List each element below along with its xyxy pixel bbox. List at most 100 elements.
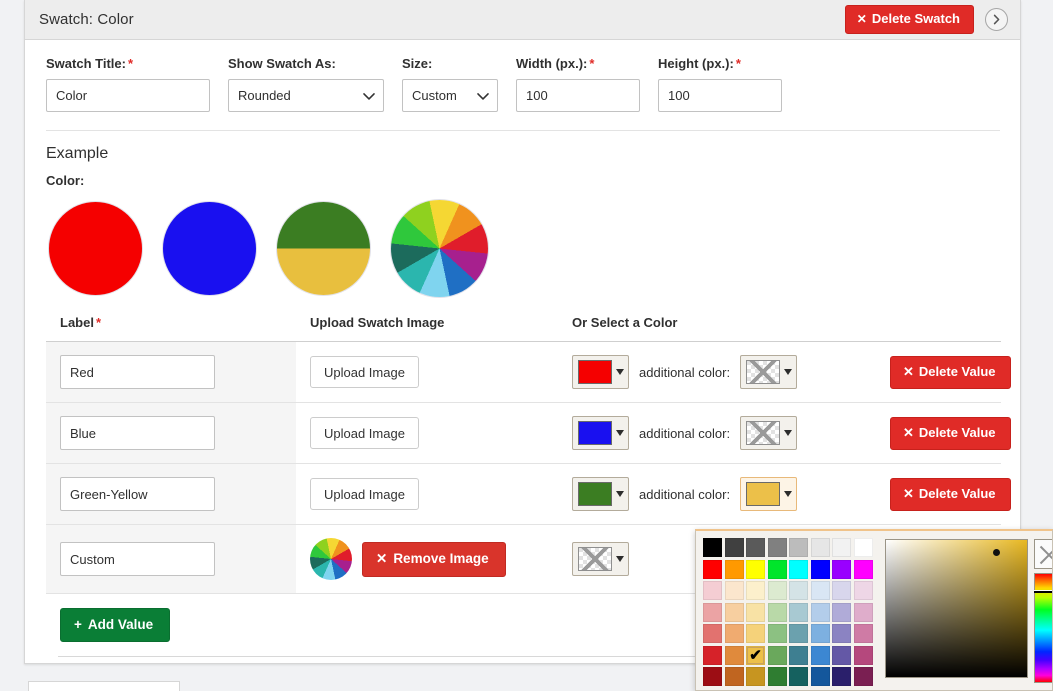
size-select[interactable]: Custom — [402, 79, 498, 112]
palette-swatch[interactable] — [767, 602, 787, 622]
example-swatch-red — [49, 202, 142, 295]
palette-swatch[interactable] — [724, 624, 744, 643]
palette-swatch[interactable] — [703, 667, 722, 686]
palette-swatch[interactable] — [746, 538, 765, 557]
cell-upload: Upload Image — [296, 402, 558, 464]
show-swatch-as-select-wrap: Rounded — [228, 79, 384, 112]
palette-swatch[interactable] — [724, 602, 744, 622]
width-input[interactable] — [516, 79, 640, 112]
delete-value-button[interactable]: ✕ Delete Value — [890, 355, 1011, 389]
palette-swatch[interactable] — [832, 538, 851, 557]
value-label-input[interactable] — [60, 542, 215, 576]
palette-swatch[interactable] — [724, 667, 744, 686]
palette-swatch[interactable] — [789, 624, 808, 643]
palette-swatch[interactable] — [703, 602, 722, 622]
palette-swatch[interactable] — [746, 559, 765, 579]
palette-swatch[interactable] — [767, 538, 787, 557]
hue-slider-handle[interactable] — [1034, 590, 1052, 593]
additional-color-dropdown[interactable] — [740, 355, 798, 389]
height-input[interactable] — [658, 79, 782, 112]
palette-swatch[interactable] — [724, 538, 744, 557]
palette-swatch[interactable] — [832, 602, 851, 622]
palette-swatch[interactable] — [832, 645, 851, 665]
palette-swatch[interactable] — [746, 624, 765, 643]
palette-swatch[interactable] — [746, 581, 765, 600]
palette-swatch[interactable] — [789, 538, 808, 557]
chevron-down-icon — [784, 430, 793, 436]
palette-swatch[interactable] — [746, 602, 765, 622]
palette-swatch[interactable] — [703, 624, 722, 643]
value-label-input[interactable] — [60, 355, 215, 389]
color-dropdown[interactable] — [572, 416, 629, 450]
palette-swatch[interactable] — [703, 538, 722, 557]
color-dropdown[interactable] — [572, 355, 629, 389]
palette-swatch[interactable] — [853, 538, 873, 557]
palette-swatch[interactable] — [724, 645, 744, 665]
palette-swatch[interactable] — [853, 667, 873, 686]
palette-swatch[interactable] — [832, 624, 851, 643]
palette-swatch[interactable] — [810, 559, 830, 579]
palette-swatch[interactable] — [810, 581, 830, 600]
cell-upload: Upload Image — [296, 341, 558, 403]
cell-actions: ✕ Delete Value — [876, 402, 1011, 464]
palette-swatch[interactable] — [767, 581, 787, 600]
palette-swatch[interactable] — [832, 581, 851, 600]
palette-swatch[interactable] — [724, 559, 744, 579]
field-height: Height (px.): * — [658, 56, 782, 112]
remove-image-button[interactable]: ✕ Remove Image — [362, 541, 506, 577]
height-label-text: Height (px.): — [658, 56, 734, 71]
palette-swatch[interactable] — [746, 667, 765, 686]
palette-swatch[interactable] — [789, 581, 808, 600]
palette-swatch[interactable] — [810, 667, 830, 686]
palette-swatch[interactable] — [810, 645, 830, 665]
palette-swatch[interactable] — [767, 645, 787, 665]
show-swatch-as-select[interactable]: Rounded — [228, 79, 384, 112]
color-palette-grid[interactable]: ✔ — [703, 538, 873, 686]
color-dropdown[interactable] — [572, 477, 629, 511]
no-color-button[interactable] — [1034, 539, 1052, 569]
palette-swatch[interactable] — [810, 624, 830, 643]
value-label-input[interactable] — [60, 416, 215, 450]
palette-swatch[interactable] — [767, 559, 787, 579]
value-label-input[interactable] — [60, 477, 215, 511]
swatch-title-input[interactable] — [46, 79, 210, 112]
palette-swatch[interactable] — [703, 559, 722, 579]
additional-color-dropdown[interactable] — [740, 477, 798, 511]
upload-image-button[interactable]: Upload Image — [310, 417, 419, 449]
gradient-cursor-handle[interactable] — [993, 549, 1000, 556]
delete-value-button[interactable]: ✕ Delete Value — [890, 477, 1011, 511]
example-heading: Example — [46, 145, 109, 162]
palette-swatch[interactable] — [767, 667, 787, 686]
palette-swatch[interactable] — [724, 581, 744, 600]
palette-swatch[interactable] — [810, 602, 830, 622]
color-picker-popup[interactable]: ✔ — [695, 529, 1053, 691]
palette-swatch[interactable] — [832, 559, 851, 579]
hue-slider[interactable] — [1034, 573, 1052, 683]
palette-swatch[interactable] — [789, 559, 808, 579]
add-value-button[interactable]: + Add Value — [60, 608, 171, 642]
delete-swatch-button[interactable]: ✕ Delete Swatch — [844, 4, 974, 35]
palette-swatch[interactable] — [853, 559, 873, 579]
palette-swatch[interactable] — [832, 667, 851, 686]
palette-swatch[interactable] — [853, 602, 873, 622]
picker-right-pane — [1034, 538, 1052, 690]
palette-swatch[interactable] — [789, 602, 808, 622]
palette-swatch[interactable] — [703, 581, 722, 600]
palette-swatch[interactable] — [853, 581, 873, 600]
palette-swatch[interactable] — [853, 624, 873, 643]
palette-swatch[interactable]: ✔ — [746, 645, 765, 665]
delete-value-label: Delete Value — [918, 485, 996, 501]
palette-swatch[interactable] — [853, 645, 873, 665]
upload-image-button[interactable]: Upload Image — [310, 478, 419, 510]
palette-swatch[interactable] — [789, 645, 808, 665]
chevron-right-circle-icon[interactable] — [985, 7, 1008, 31]
upload-image-button[interactable]: Upload Image — [310, 356, 419, 388]
saturation-value-gradient[interactable] — [885, 539, 1028, 678]
delete-value-button[interactable]: ✕ Delete Value — [890, 416, 1011, 450]
palette-swatch[interactable] — [789, 667, 808, 686]
palette-swatch[interactable] — [810, 538, 830, 557]
color-dropdown[interactable] — [572, 542, 629, 576]
additional-color-dropdown[interactable] — [740, 416, 798, 450]
palette-swatch[interactable] — [703, 645, 722, 665]
palette-swatch[interactable] — [767, 624, 787, 643]
